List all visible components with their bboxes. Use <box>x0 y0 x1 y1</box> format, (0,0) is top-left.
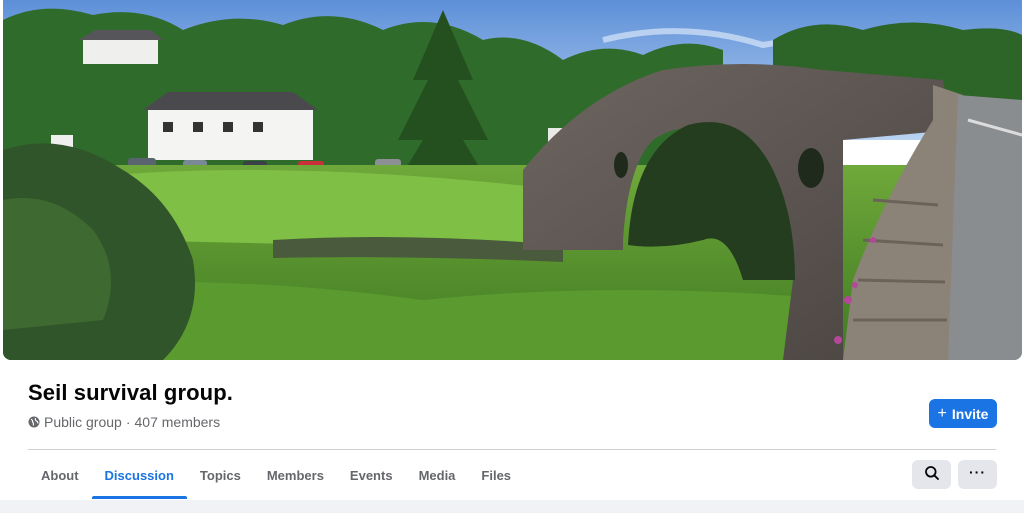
tab-discussion[interactable]: Discussion <box>91 451 188 499</box>
cover-photo-image <box>3 0 1022 360</box>
tab-media[interactable]: Media <box>406 451 469 499</box>
more-button[interactable]: ··· <box>958 460 997 489</box>
group-page: Seil survival group. Public group · 407 … <box>0 0 1024 513</box>
member-count[interactable]: 407 members <box>135 414 221 430</box>
feed-background <box>0 500 1024 513</box>
meta-separator: · <box>125 414 131 430</box>
tab-topics[interactable]: Topics <box>187 451 254 499</box>
search-icon <box>924 465 940 484</box>
tab-about[interactable]: About <box>28 451 92 499</box>
cover-photo[interactable] <box>3 0 1022 360</box>
more-icon: ··· <box>969 464 986 480</box>
group-meta: Public group · 407 members <box>28 414 220 430</box>
tab-files[interactable]: Files <box>468 451 524 499</box>
header-divider <box>28 449 996 450</box>
tab-events[interactable]: Events <box>337 451 406 499</box>
invite-label: Invite <box>951 405 989 422</box>
globe-icon <box>28 416 40 428</box>
group-tabs: About Discussion Topics Members Events Media F… <box>28 451 524 499</box>
group-name[interactable]: Seil survival group. <box>28 380 233 406</box>
privacy-label[interactable]: Public group <box>44 414 122 430</box>
invite-button[interactable]: + Invite <box>929 399 997 428</box>
search-button[interactable] <box>912 460 951 489</box>
tab-actions: ··· <box>912 460 997 489</box>
plus-icon: + <box>937 404 947 422</box>
tab-members[interactable]: Members <box>254 451 337 499</box>
